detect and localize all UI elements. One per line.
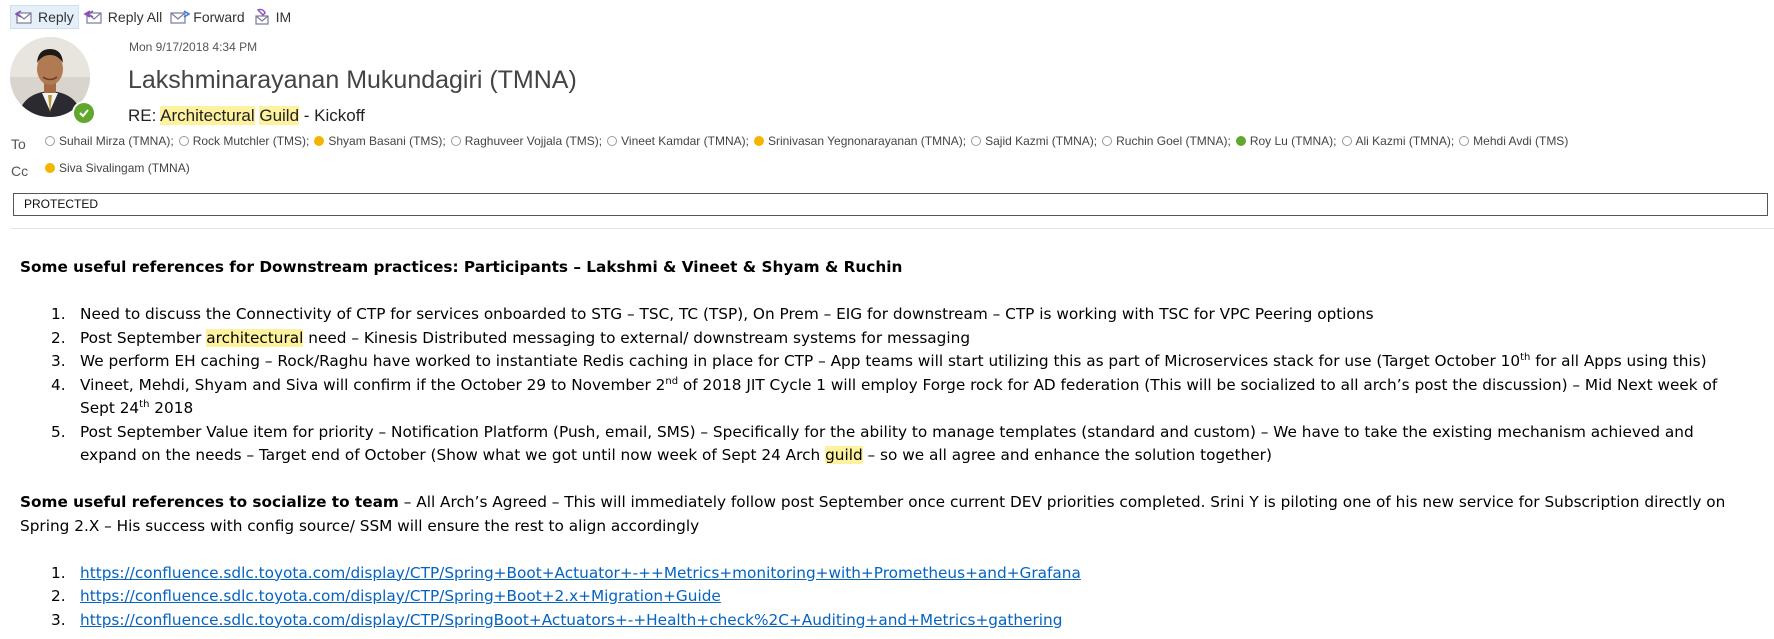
presence-status-icon xyxy=(1341,136,1352,146)
im-icon xyxy=(255,8,269,25)
recipient-name: Rock Mutchler (TMS); xyxy=(192,134,310,148)
to-recipients: Suhail Mirza (TMNA); Rock Mutchler (TMS);… xyxy=(45,134,1573,148)
reply-all-button[interactable]: Reply All xyxy=(79,5,166,29)
recipient[interactable]: Siva Sivalingam (TMNA) xyxy=(45,161,190,175)
recipient-name: Mehdi Avdi (TMS) xyxy=(1473,134,1569,148)
presence-status-icon xyxy=(971,136,982,146)
presence-status-icon xyxy=(45,163,55,173)
reply-all-label: Reply All xyxy=(107,9,163,25)
recipient-name: Suhail Mirza (TMNA); xyxy=(59,134,174,148)
im-label: IM xyxy=(275,9,292,25)
recipient-name: Sajid Kazmi (TMNA); xyxy=(985,134,1098,148)
reply-button[interactable]: Reply xyxy=(10,5,79,29)
list-item: 3. https://confluence.sdlc.toyota.com/dis… xyxy=(51,610,1063,629)
presence-status-icon xyxy=(1102,136,1113,146)
recipient[interactable]: Shyam Basani (TMS); xyxy=(314,134,446,148)
recipient-name: Siva Sivalingam (TMNA) xyxy=(59,161,190,175)
forward-icon xyxy=(170,10,191,24)
to-label: To xyxy=(11,136,26,152)
cc-recipients: Siva Sivalingam (TMNA) xyxy=(45,161,195,175)
presence-status-icon xyxy=(607,136,618,146)
forward-button[interactable]: Forward xyxy=(166,5,248,29)
highlight-term: architectural xyxy=(206,328,304,347)
recipient[interactable]: Ruchin Goel (TMNA); xyxy=(1102,134,1231,148)
highlight-term: guild xyxy=(825,446,863,464)
recipient[interactable]: Suhail Mirza (TMNA); xyxy=(45,134,174,148)
discussion-list: 1. Need to discuss the Connectivity of CT… xyxy=(20,303,1755,468)
recipient-name: Ruchin Goel (TMNA); xyxy=(1116,134,1231,148)
presence-status-icon xyxy=(314,136,325,146)
list-item: 5. Post September Value item for priority… xyxy=(51,422,1694,464)
recipient-name: Ali Kazmi (TMNA); xyxy=(1355,134,1455,148)
reply-icon xyxy=(15,10,32,24)
list-item: 2. https://confluence.sdlc.toyota.com/dis… xyxy=(51,587,721,605)
reference-link[interactable]: https://confluence.sdlc.toyota.com/displ… xyxy=(80,564,1081,582)
recipient[interactable]: Roy Lu (TMNA); xyxy=(1235,134,1337,148)
reply-label: Reply xyxy=(38,9,74,25)
recipient[interactable]: Rock Mutchler (TMS); xyxy=(178,134,310,148)
im-button[interactable]: IM xyxy=(249,5,296,29)
subject-suffix: - Kickoff xyxy=(299,106,365,125)
recipient[interactable]: Srinivasan Yegnonarayanan (TMNA); xyxy=(753,134,967,148)
sent-date: Mon 9/17/2018 4:34 PM xyxy=(129,40,258,54)
sender-presence-badge xyxy=(72,101,96,125)
subject-highlight-2: Guild xyxy=(259,106,300,125)
recipient[interactable]: Ali Kazmi (TMNA); xyxy=(1341,134,1455,148)
recipient-name: Vineet Kamdar (TMNA); xyxy=(621,134,749,148)
recipient-name: Shyam Basani (TMS); xyxy=(328,134,446,148)
recipient[interactable]: Mehdi Avdi (TMS) xyxy=(1459,134,1568,148)
checkmark-icon xyxy=(79,109,89,118)
presence-status-icon xyxy=(45,136,55,146)
recipient-name: Roy Lu (TMNA); xyxy=(1249,134,1337,148)
list-item: 2. Post September architectural need – Ki… xyxy=(51,328,971,347)
header-divider xyxy=(10,228,1774,229)
list-item: 4. Vineet, Mehdi, Shyam and Siva will con… xyxy=(51,375,1718,418)
sender-name[interactable]: Lakshminarayanan Mukundagiri (TMNA) xyxy=(128,66,577,95)
subject-prefix: RE: xyxy=(128,106,161,125)
recipient[interactable]: Vineet Kamdar (TMNA); xyxy=(607,134,749,148)
section-heading: Some useful references for Downstream pr… xyxy=(20,258,903,276)
email-subject: RE: Architectural Guild - Kickoff xyxy=(128,106,365,126)
presence-status-icon xyxy=(450,136,461,146)
presence-status-icon xyxy=(1235,136,1246,146)
recipient[interactable]: Raghuveer Vojjala (TMS); xyxy=(450,134,603,148)
reply-all-icon xyxy=(83,10,102,24)
message-toolbar: Reply Reply All Forward IM xyxy=(10,5,295,29)
cc-label: Cc xyxy=(11,163,29,179)
list-item: 3. We perform EH caching – Rock/Raghu hav… xyxy=(51,351,1707,370)
presence-status-icon xyxy=(1459,136,1470,146)
reference-link[interactable]: https://confluence.sdlc.toyota.com/displ… xyxy=(80,587,721,605)
forward-label: Forward xyxy=(193,9,245,25)
socialize-paragraph: Some useful references to socialize to t… xyxy=(20,493,1726,535)
list-item: 1. Need to discuss the Connectivity of CT… xyxy=(51,305,1374,323)
reference-link[interactable]: https://confluence.sdlc.toyota.com/displ… xyxy=(80,611,1062,629)
reference-links-list: 1. https://confluence.sdlc.toyota.com/dis… xyxy=(20,562,1755,633)
recipient-name: Srinivasan Yegnonarayanan (TMNA); xyxy=(767,134,967,148)
presence-status-icon xyxy=(753,136,764,146)
recipient-name: Raghuveer Vojjala (TMS); xyxy=(464,134,603,148)
classification-banner: PROTECTED xyxy=(13,193,1768,216)
recipient[interactable]: Sajid Kazmi (TMNA); xyxy=(971,134,1097,148)
list-item: 1. https://confluence.sdlc.toyota.com/dis… xyxy=(51,563,1081,582)
email-body: Some useful references for Downstream pr… xyxy=(20,256,1755,632)
subject-highlight-1: Architectural xyxy=(160,106,255,125)
presence-status-icon xyxy=(178,136,189,146)
